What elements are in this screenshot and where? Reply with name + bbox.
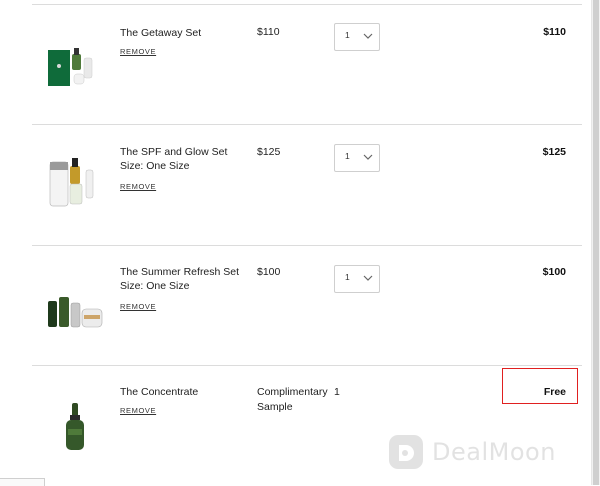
remove-link[interactable]: REMOVE [120, 182, 156, 191]
dealmoon-logo-icon [389, 435, 423, 469]
quantity-select[interactable]: 1 [334, 265, 380, 293]
product-image [66, 403, 84, 450]
chevron-down-icon [363, 154, 373, 160]
unit-price: $110 [257, 26, 280, 38]
line-total: $100 [542, 266, 566, 278]
unit-price: $100 [257, 266, 281, 278]
quantity-value: 1 [345, 30, 350, 40]
highlight-box [502, 368, 578, 404]
line-total: $125 [542, 146, 566, 158]
sample-quantity: 1 [334, 386, 340, 398]
remove-link[interactable]: REMOVE [120, 47, 156, 56]
cart-item: The Summer Refresh Set Size: One Size RE… [32, 245, 582, 365]
product-name[interactable]: The Summer Refresh Set [120, 265, 239, 280]
watermark-text: DealMoon [432, 438, 556, 466]
cart-item: The SPF and Glow Set Size: One Size REMO… [32, 124, 582, 245]
remove-link[interactable]: REMOVE [120, 406, 156, 415]
product-name[interactable]: The Getaway Set [120, 26, 201, 41]
product-name[interactable]: The SPF and Glow Set [120, 145, 227, 160]
product-image [48, 48, 93, 86]
quantity-value: 1 [345, 151, 350, 161]
chevron-down-icon [363, 33, 373, 39]
quantity-value: 1 [345, 272, 350, 282]
chevron-down-icon [363, 275, 373, 281]
unit-price: $125 [257, 146, 281, 158]
line-total: $110 [543, 26, 566, 38]
cart-item: The Getaway Set REMOVE $110 1 $110 [32, 4, 582, 124]
product-image [48, 297, 103, 328]
product-size: Size: One Size [120, 160, 190, 172]
sample-label-line1: Complimentary [257, 386, 328, 398]
watermark: DealMoon [388, 432, 588, 472]
quantity-select[interactable]: 1 [334, 144, 380, 172]
remove-link[interactable]: REMOVE [120, 302, 156, 311]
quantity-select[interactable]: 1 [334, 23, 380, 51]
line-total: Free [543, 386, 566, 398]
product-image [49, 158, 94, 207]
sample-label-line2: Sample [257, 401, 293, 413]
product-name[interactable]: The Concentrate [120, 385, 198, 400]
scrollbar-thumb[interactable] [593, 0, 599, 485]
product-size: Size: One Size [120, 280, 190, 292]
